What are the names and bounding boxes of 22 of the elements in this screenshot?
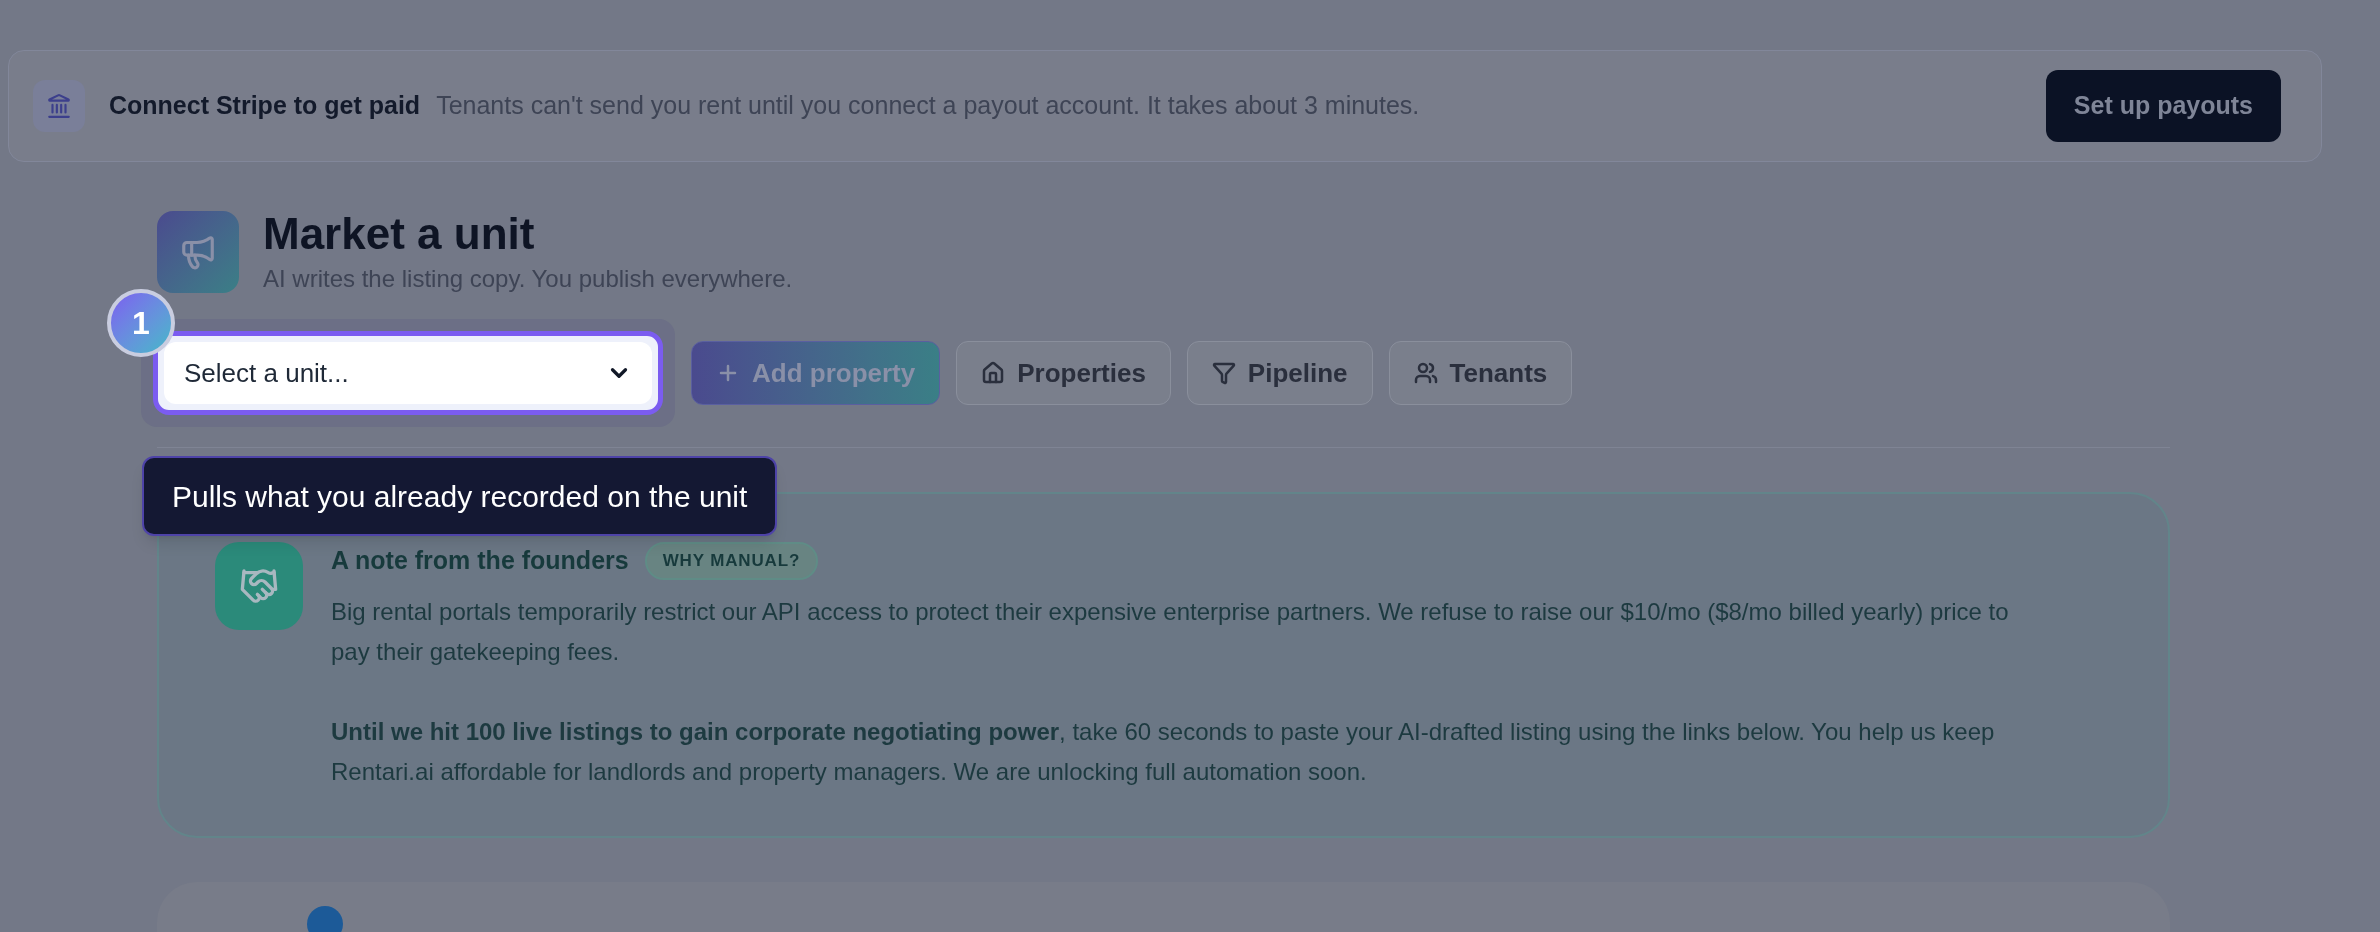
nav-button[interactable]: Pipeline	[1186, 341, 1373, 405]
megaphone-icon	[157, 210, 239, 293]
step-badge: 1	[107, 289, 175, 357]
tooltip: Pulls what you already recorded on the unit	[142, 456, 778, 536]
banner-text: Tenants can't send you rent until you connect a payout account. It takes about 3 minutes.	[436, 90, 1420, 122]
people-icon	[1413, 361, 1438, 385]
note-title: A note from the founders	[331, 545, 629, 576]
note-badge: WHY MANUAL?	[644, 542, 819, 580]
setup-payouts-button[interactable]: Set up payouts	[2045, 70, 2281, 142]
house-icon	[981, 361, 1006, 385]
page-title: Market a unit	[263, 208, 536, 260]
add-button[interactable]: Add property	[691, 341, 941, 405]
banner-title: Connect Stripe to get paid	[109, 90, 421, 122]
handshake-icon	[215, 542, 303, 630]
note-paragraph: Big rental portals temporarily restrict our API access to protect their expensive enterprise partners. We refuse to raise our $10/mo ($8/mo billed yearly) price to pay their gatekeeping fees.	[331, 596, 2010, 667]
funnel-icon	[1211, 361, 1236, 385]
unit-select[interactable]: Select a unit...	[153, 331, 663, 415]
nav-button[interactable]: Properties	[956, 341, 1171, 405]
nav-button[interactable]: Tenants	[1388, 341, 1573, 405]
note-paragraph: Until we hit 100 live listings to gain corporate negotiating power, take 60 seconds to paste your AI-drafted listing using the links below. You help us keep Rentari.ai affordable for landlords and property managers. We are unlocking full automation soon.	[331, 716, 1996, 787]
bank-icon	[33, 80, 85, 132]
select-value: Select a unit...	[184, 356, 349, 390]
